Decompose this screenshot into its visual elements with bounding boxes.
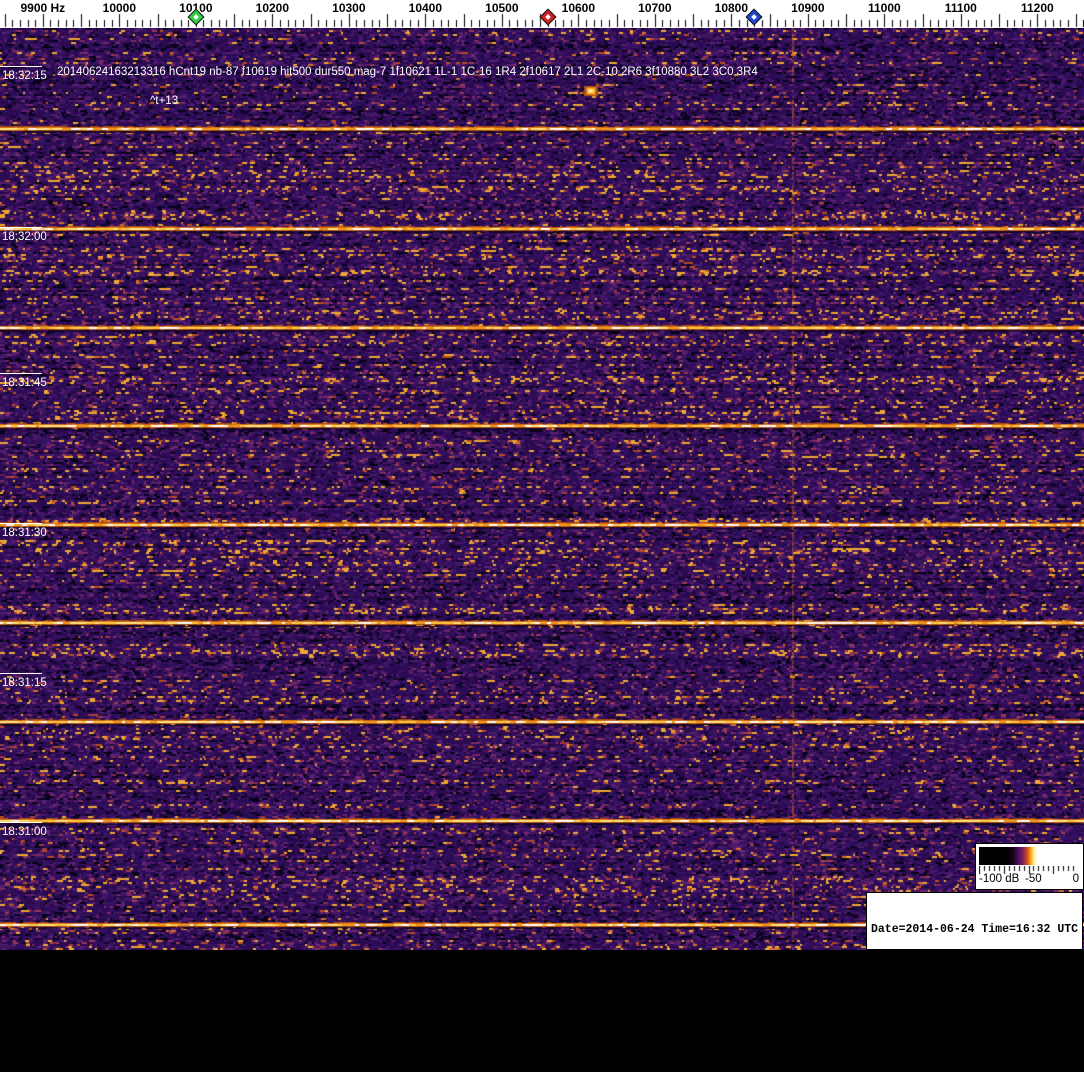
time-tick-line	[0, 66, 42, 67]
colorbar-label-max: 0	[1072, 873, 1079, 885]
observation-info-box: Date=2014-06-24 Time=16:32 UTC Freq=143 …	[866, 892, 1083, 1058]
freq-tick-label: 10500	[485, 1, 519, 15]
freq-tick-label: 10200	[255, 1, 290, 15]
info-date-line: Date=2014-06-24 Time=16:32 UTC	[871, 923, 1079, 936]
freq-tick-label: 10700	[638, 1, 672, 15]
event-detection-text: 20140624163213316 hCnt19 nb-87 f10619 hi…	[57, 66, 758, 78]
time-label: 18:31:00	[2, 826, 47, 838]
freq-tick-label: 10900	[791, 1, 825, 15]
freq-tick-label: 10300	[332, 1, 366, 15]
freq-tick-label: 10000	[102, 1, 137, 15]
time-tick-line	[0, 227, 42, 228]
colorbar-gradient	[979, 847, 1078, 865]
info-echo-line: Echo=10 600 Hz	[871, 1004, 968, 1017]
time-label: 18:31:45	[2, 377, 47, 389]
time-tick-line	[0, 822, 42, 823]
frequency-ruler: 9900 Hz100001010010200103001040010500106…	[0, 0, 1084, 28]
colorbar-label-mid: -50	[1025, 873, 1042, 885]
cursor-note-text: ^t+13	[150, 95, 179, 107]
freq-tick-label: 10400	[408, 1, 443, 15]
freq-tick-label: 10600	[561, 1, 596, 15]
freq-tick-label: 11200	[1020, 1, 1054, 15]
freq-tick-label: 11000	[867, 1, 901, 15]
colorbar-label-min: -100 dB	[979, 873, 1020, 885]
spectrogram-waterfall	[0, 28, 1084, 950]
time-label: 18:31:30	[2, 527, 47, 539]
intensity-colorbar: -100 dB -50 0	[975, 843, 1084, 890]
info-station-line: OBSUPICE	[871, 1044, 927, 1058]
time-label: 18:31:15	[2, 677, 47, 689]
freq-tick-label: 11100	[944, 1, 977, 15]
freq-tick-label: 9900 Hz	[20, 1, 66, 15]
time-tick-line	[0, 673, 42, 674]
time-tick-line	[0, 523, 42, 524]
time-label: 18:32:15	[2, 70, 47, 82]
freq-tick-label: 10800	[714, 1, 749, 15]
time-label: 18:32:00	[2, 231, 47, 243]
info-freq-line: Freq=143 050 000 Hz	[871, 963, 1003, 977]
time-tick-line	[0, 373, 42, 374]
